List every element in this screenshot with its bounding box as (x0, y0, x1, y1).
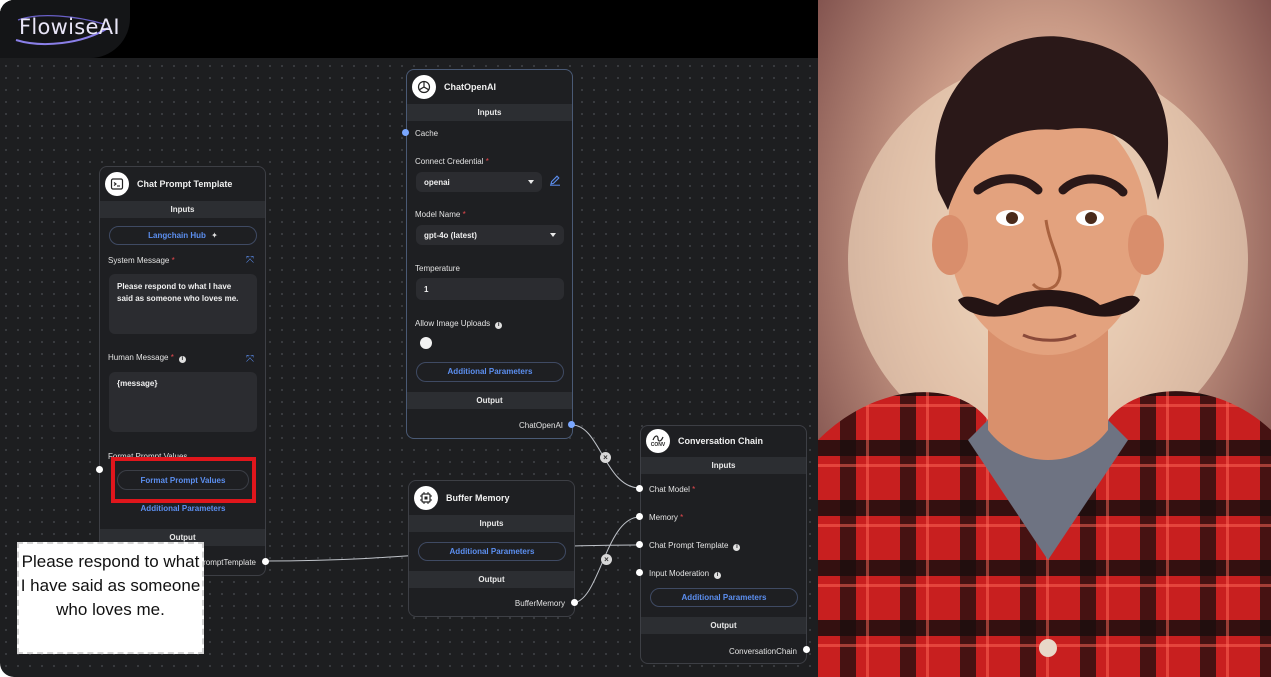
conversation-chain-icon: CONV (646, 429, 670, 453)
memory-label: Memory * (649, 513, 684, 522)
credential-select[interactable]: openai (416, 172, 542, 192)
man-portrait-image (818, 0, 1271, 677)
info-icon: i (733, 544, 741, 551)
connect-credential-label: Connect Credential * (415, 157, 489, 166)
node-chatopenai[interactable]: ChatOpenAI Inputs Cache Connect Credenti… (406, 69, 573, 439)
output-port-label: ChatOpenAI (518, 421, 563, 430)
output-port-label: BufferMemory (514, 599, 565, 608)
inputs-band: Inputs (407, 104, 572, 121)
allow-image-uploads-label: Allow Image Uploads i (415, 319, 503, 329)
openai-icon (412, 75, 436, 99)
human-message-field[interactable]: {message} (109, 372, 257, 432)
output-port[interactable] (568, 421, 575, 428)
flow-canvas[interactable]: FlowiseAI × × Chat Prompt Template Input… (0, 0, 818, 677)
node-title: Buffer Memory (446, 493, 510, 503)
conv-icon-text: CONV (650, 441, 666, 448)
info-icon: i (495, 322, 503, 329)
output-band: Output (641, 617, 806, 634)
model-name-value: gpt-4o (latest) (424, 231, 477, 240)
expand-icon[interactable]: ⤧ (246, 354, 254, 365)
additional-parameters-button[interactable]: Additional Parameters (416, 362, 564, 382)
langchain-hub-button[interactable]: Langchain Hub ✦ (109, 226, 257, 245)
info-icon: i (714, 572, 722, 579)
memory-input-port[interactable] (636, 513, 643, 520)
additional-parameters-button[interactable]: Additional Parameters (650, 588, 798, 607)
chevron-down-icon (528, 180, 534, 184)
node-title: ChatOpenAI (444, 82, 497, 92)
input-port[interactable] (96, 466, 103, 473)
system-message-label: System Message * (108, 256, 175, 265)
temperature-label: Temperature (415, 264, 460, 273)
additional-parameters-button[interactable]: Additional Parameters (418, 542, 566, 561)
delete-edge-button[interactable]: × (600, 452, 611, 463)
output-port[interactable] (803, 646, 810, 653)
moderation-input-port[interactable] (636, 569, 643, 576)
output-band: Output (407, 392, 572, 409)
node-conversation-chain[interactable]: CONV Conversation Chain Inputs Chat Mode… (640, 425, 807, 664)
callout-text: Please respond to what I have said as so… (17, 542, 204, 654)
model-name-label: Model Name * (415, 210, 466, 219)
highlight-box (111, 457, 256, 503)
info-icon: i (178, 356, 186, 363)
langchain-hub-label: Langchain Hub (148, 231, 206, 240)
output-band: Output (409, 571, 574, 588)
inputs-band: Inputs (100, 201, 265, 218)
expand-icon[interactable]: ⤧ (246, 255, 254, 266)
edit-credential-icon[interactable] (549, 174, 561, 188)
output-port[interactable] (262, 558, 269, 565)
delete-edge-button[interactable]: × (601, 554, 612, 565)
human-message-label: Human Message * i (108, 353, 186, 363)
system-message-field[interactable]: Please respond to what I have said as so… (109, 274, 257, 334)
cache-input-port[interactable] (402, 129, 409, 136)
node-buffer-memory[interactable]: Buffer Memory Inputs Additional Paramete… (408, 480, 575, 617)
chat-model-input-port[interactable] (636, 485, 643, 492)
chat-prompt-template-label: Chat Prompt Template i (649, 541, 741, 551)
model-name-select[interactable]: gpt-4o (latest) (416, 225, 564, 245)
credential-value: openai (424, 178, 450, 187)
chevron-down-icon (550, 233, 556, 237)
node-title: Chat Prompt Template (137, 179, 233, 189)
memory-chip-icon (414, 486, 438, 510)
temperature-input[interactable]: 1 (416, 278, 564, 300)
portrait-illustration (818, 0, 1271, 677)
input-moderation-label: Input Moderation i (649, 569, 722, 579)
inputs-band: Inputs (409, 515, 574, 532)
chat-model-label: Chat Model * (649, 485, 696, 494)
cache-label: Cache (415, 129, 439, 138)
output-port[interactable] (571, 599, 578, 606)
magic-wand-icon: ✦ (211, 231, 218, 240)
node-title: Conversation Chain (678, 436, 764, 446)
node-chat-prompt-template[interactable]: Chat Prompt Template Inputs Langchain Hu… (99, 166, 266, 576)
inputs-band: Inputs (641, 457, 806, 474)
output-port-label: ConversationChain (728, 647, 797, 656)
prompt-input-port[interactable] (636, 541, 643, 548)
image-uploads-toggle[interactable] (420, 337, 432, 349)
terminal-icon (105, 172, 129, 196)
